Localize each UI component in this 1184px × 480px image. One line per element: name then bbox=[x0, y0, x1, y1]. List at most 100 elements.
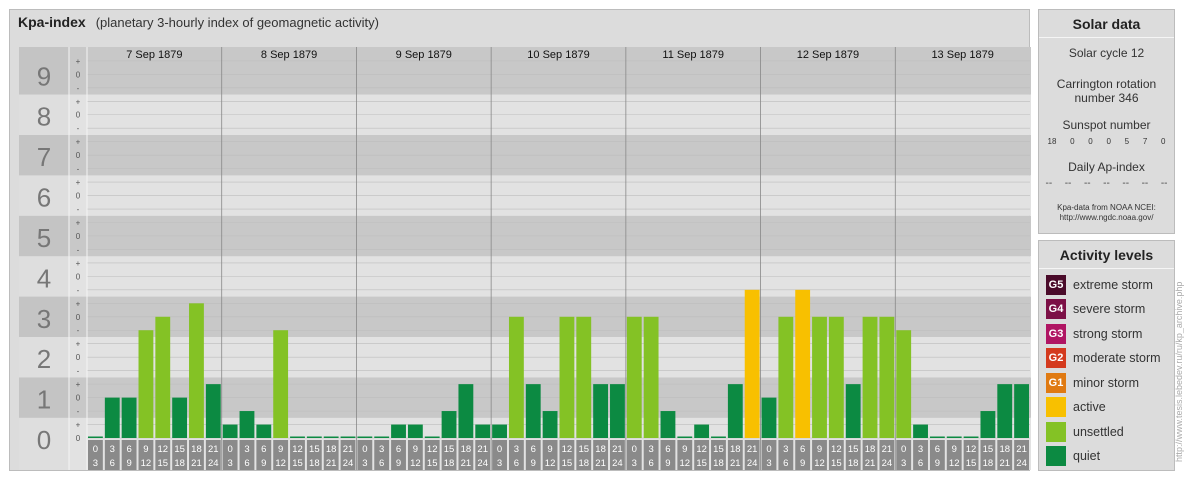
interval-end-label: 18 bbox=[578, 458, 589, 469]
minor-tick-label: + bbox=[76, 57, 81, 66]
interval-start-label: 6 bbox=[396, 444, 401, 455]
ap-value: -- bbox=[1141, 178, 1149, 189]
minor-tick-label: 0 bbox=[76, 353, 81, 362]
g2-label: moderate storm bbox=[1073, 351, 1161, 365]
interval-end-label: 6 bbox=[918, 458, 923, 469]
kp-bar bbox=[104, 397, 120, 438]
activity-levels-title: Activity levels bbox=[1039, 241, 1174, 269]
interval-start-label: 9 bbox=[143, 444, 148, 455]
interval-end-label: 15 bbox=[831, 458, 842, 469]
interval-start-label: 6 bbox=[126, 444, 131, 455]
kp-bar bbox=[492, 424, 507, 438]
interval-start-label: 0 bbox=[497, 444, 502, 455]
interval-end-label: 9 bbox=[935, 458, 940, 469]
kp-bar bbox=[626, 316, 642, 438]
minor-tick-label: + bbox=[76, 421, 81, 430]
y-tick-label: 1 bbox=[37, 385, 51, 415]
interval-start-label: 6 bbox=[665, 444, 670, 455]
carrington-rotation: Carrington rotation number 346 bbox=[1056, 77, 1157, 105]
minor-tick-label: - bbox=[77, 205, 80, 214]
kp-bar bbox=[963, 436, 979, 438]
sunspot-value: 7 bbox=[1142, 137, 1148, 146]
interval-end-label: 6 bbox=[783, 458, 788, 469]
kp-bar bbox=[559, 316, 575, 438]
interval-end-label: 3 bbox=[632, 458, 637, 469]
kp-bar bbox=[88, 436, 103, 438]
interval-end-label: 15 bbox=[562, 458, 573, 469]
day-label: 13 Sep 1879 bbox=[931, 49, 993, 61]
y-tick-label: 4 bbox=[37, 263, 51, 293]
kp-bar bbox=[306, 436, 322, 438]
interval-start-label: 18 bbox=[191, 444, 202, 455]
interval-start-label: 18 bbox=[461, 444, 472, 455]
minor-tick-label: - bbox=[77, 124, 80, 133]
sunspot-value: 0 bbox=[1088, 137, 1093, 146]
sunspot-value: 18 bbox=[1047, 137, 1057, 146]
interval-start-label: 15 bbox=[713, 444, 724, 455]
ap-value: -- bbox=[1103, 178, 1110, 189]
minor-tick-label: - bbox=[77, 245, 80, 254]
day-label: 10 Sep 1879 bbox=[527, 49, 589, 61]
kp-bar bbox=[138, 330, 154, 438]
interval-end-label: 3 bbox=[497, 458, 502, 469]
legend-item-g1: G1 minor storm bbox=[1046, 373, 1139, 393]
g2-swatch: G2 bbox=[1046, 348, 1066, 368]
minor-tick-label: - bbox=[77, 407, 80, 416]
g3-label: strong storm bbox=[1073, 327, 1143, 341]
interval-end-label: 9 bbox=[396, 458, 401, 469]
interval-start-label: 3 bbox=[514, 444, 519, 455]
kp-bar bbox=[727, 384, 743, 438]
g1-swatch: G1 bbox=[1046, 373, 1066, 393]
minor-tick-label: 0 bbox=[76, 272, 81, 281]
y-tick-label: 6 bbox=[37, 183, 51, 213]
interval-end-label: 6 bbox=[648, 458, 653, 469]
quiet-label: quiet bbox=[1073, 449, 1101, 463]
interval-end-label: 12 bbox=[680, 458, 691, 469]
minor-tick-label: + bbox=[76, 340, 81, 349]
kp-bar bbox=[711, 436, 726, 438]
sunspot-value: 0 bbox=[1160, 137, 1166, 146]
interval-start-label: 18 bbox=[999, 444, 1010, 455]
interval-end-label: 21 bbox=[326, 458, 337, 469]
interval-end-label: 21 bbox=[191, 458, 202, 469]
minor-tick-label: 0 bbox=[76, 232, 81, 241]
kp-bar bbox=[542, 411, 558, 438]
day-label: 9 Sep 1879 bbox=[396, 49, 452, 61]
y-tick-label: 5 bbox=[37, 223, 51, 253]
kp-bar bbox=[761, 397, 777, 438]
minor-tick-label: 0 bbox=[76, 394, 81, 403]
interval-end-label: 15 bbox=[157, 458, 168, 469]
interval-end-label: 6 bbox=[379, 458, 384, 469]
day-label: 11 Sep 1879 bbox=[662, 49, 724, 61]
minor-tick-label: 0 bbox=[76, 111, 81, 120]
kp-bar bbox=[155, 316, 171, 438]
kp-bar bbox=[778, 316, 794, 438]
interval-start-label: 21 bbox=[477, 444, 488, 455]
active-swatch bbox=[1046, 397, 1066, 417]
interval-start-label: 21 bbox=[882, 444, 893, 455]
minor-tick-label: - bbox=[77, 165, 80, 174]
source-link[interactable]: http://www.ngdc.noaa.gov/ bbox=[1039, 213, 1174, 223]
kp-bar bbox=[508, 316, 524, 438]
interval-end-label: 15 bbox=[966, 458, 977, 469]
g4-swatch: G4 bbox=[1046, 299, 1066, 319]
kp-bar bbox=[997, 384, 1013, 438]
legend-item-quiet: quiet bbox=[1046, 446, 1100, 466]
interval-start-label: 12 bbox=[562, 444, 573, 455]
interval-end-label: 24 bbox=[477, 458, 488, 469]
interval-start-label: 9 bbox=[952, 444, 957, 455]
interval-end-label: 24 bbox=[343, 458, 354, 469]
kp-bar bbox=[913, 424, 928, 438]
minor-tick-label: + bbox=[76, 97, 81, 106]
y-tick-label: 7 bbox=[37, 142, 51, 172]
interval-start-label: 3 bbox=[648, 444, 653, 455]
interval-end-label: 21 bbox=[999, 458, 1010, 469]
interval-start-label: 15 bbox=[174, 444, 185, 455]
minor-tick-label: + bbox=[76, 218, 81, 227]
legend-item-g5: G5 extreme storm bbox=[1046, 275, 1153, 295]
interval-end-label: 9 bbox=[800, 458, 805, 469]
interval-start-label: 3 bbox=[110, 444, 115, 455]
kp-bar bbox=[1014, 384, 1029, 438]
interval-start-label: 3 bbox=[244, 444, 249, 455]
minor-tick-label: + bbox=[76, 259, 81, 268]
